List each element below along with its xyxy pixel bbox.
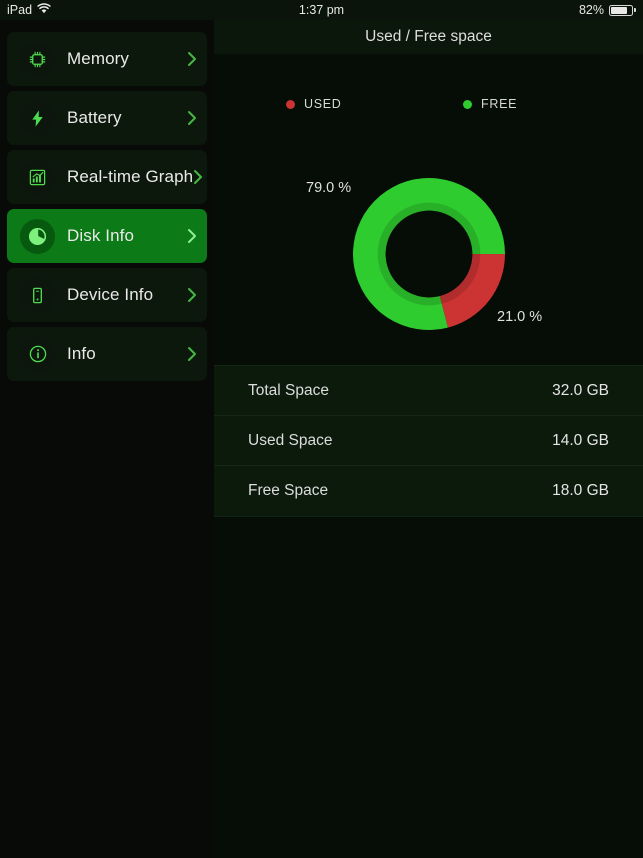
row-value: 32.0 GB <box>552 381 609 399</box>
legend-item-used: USED <box>286 97 342 111</box>
page-title: Used / Free space <box>365 28 492 45</box>
row-key: Used Space <box>248 431 333 449</box>
bar-chart-icon <box>20 159 55 195</box>
chevron-right-icon <box>193 169 203 185</box>
status-bar-center: 1:37 pm <box>0 0 643 20</box>
sidebar-item-label: Real-time Graph <box>67 167 194 186</box>
disk-usage-chart-card: USED FREE 79.0 % 21.0 % <box>214 54 643 365</box>
row-key: Total Space <box>248 381 329 399</box>
main-header: Used / Free space <box>214 20 643 54</box>
sidebar-item-disk-info[interactable]: Disk Info <box>7 209 207 263</box>
donut-chart <box>214 54 643 365</box>
chevron-right-icon <box>187 346 197 362</box>
main-content: Used / Free space USED FREE 79.0 % 21.0 … <box>214 20 643 858</box>
sidebar-item-label: Info <box>67 344 96 363</box>
donut-hole <box>385 210 473 298</box>
sidebar-item-label: Battery <box>67 108 122 127</box>
donut-inner-shadow <box>377 202 481 306</box>
sidebar-item-memory[interactable]: Memory <box>7 32 207 86</box>
device-icon <box>20 277 55 313</box>
info-icon <box>20 336 55 372</box>
sidebar-item-battery[interactable]: Battery <box>7 91 207 145</box>
status-bar: iPad 1:37 pm 82% <box>0 0 643 20</box>
sidebar-item-device-info[interactable]: Device Info <box>7 268 207 322</box>
bolt-icon <box>20 100 55 136</box>
donut-slice-free <box>353 178 505 330</box>
sidebar-item-real-time-graph[interactable]: Real-time Graph <box>7 150 207 204</box>
disk-info-table: Total Space 32.0 GB Used Space 14.0 GB F… <box>214 365 643 517</box>
legend-item-free: FREE <box>463 97 517 111</box>
legend-dot-free <box>463 99 472 109</box>
chevron-right-icon <box>187 110 197 126</box>
free-percent-label: 79.0 % <box>306 180 352 196</box>
donut-slice-used <box>439 254 505 328</box>
table-row: Total Space 32.0 GB <box>214 366 643 416</box>
row-value: 14.0 GB <box>552 431 609 449</box>
table-row: Free Space 18.0 GB <box>214 466 643 516</box>
chevron-right-icon <box>187 228 197 244</box>
battery-percent-label: 82% <box>578 3 604 17</box>
pie-disk-icon <box>20 218 55 254</box>
legend-label-used: USED <box>304 97 342 111</box>
battery-icon <box>609 4 636 16</box>
chip-icon <box>20 41 55 77</box>
chevron-right-icon <box>187 287 197 303</box>
table-row: Used Space 14.0 GB <box>214 416 643 466</box>
clock-label: 1:37 pm <box>298 3 345 17</box>
sidebar-item-info[interactable]: Info <box>7 327 207 381</box>
sidebar: Memory Battery Real-time Graph Disk Info… <box>0 20 214 858</box>
row-key: Free Space <box>248 482 329 499</box>
disk-info-screen: iPad 1:37 pm 82% Memory Battery Real-tim… <box>0 0 643 858</box>
chevron-right-icon <box>187 51 197 67</box>
status-bar-right: 82% <box>579 0 636 20</box>
row-value: 18.0 GB <box>552 482 609 499</box>
sidebar-item-label: Disk Info <box>67 226 135 245</box>
sidebar-item-label: Memory <box>67 49 129 68</box>
legend-dot-used <box>286 99 295 109</box>
sidebar-item-label: Device Info <box>67 285 154 304</box>
legend-label-free: FREE <box>481 97 518 111</box>
used-percent-label: 21.0 % <box>497 309 543 325</box>
